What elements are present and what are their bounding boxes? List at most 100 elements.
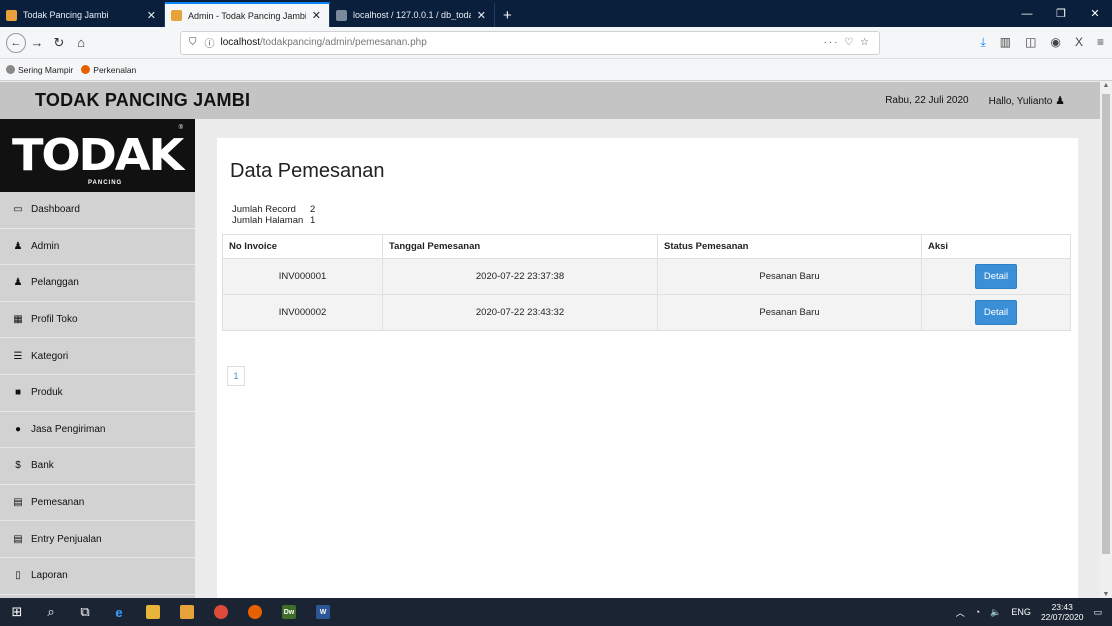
- sidebar-item-admin[interactable]: ♟ Admin: [0, 229, 195, 266]
- search-icon[interactable]: ⌕: [34, 598, 68, 626]
- shield-icon[interactable]: ⛉: [189, 37, 197, 48]
- card-icon: ▤: [13, 497, 23, 509]
- sidebar-item-laporan[interactable]: ▯ Laporan: [0, 558, 195, 595]
- sidebar-toggle-icon[interactable]: ◫: [1025, 35, 1036, 50]
- language-indicator[interactable]: ENG: [1011, 607, 1031, 617]
- tab-title: Admin - Todak Pancing Jambi: [188, 10, 306, 21]
- new-tab-button[interactable]: +: [495, 7, 520, 27]
- cell-aksi: Detail: [921, 294, 1071, 331]
- word-icon[interactable]: W: [306, 598, 340, 626]
- sidebar-item-pelanggan[interactable]: ♟ Pelanggan: [0, 265, 195, 302]
- user-greeting[interactable]: Hallo, Yulianto ♟: [989, 94, 1065, 107]
- tray-expand-icon[interactable]: ︿: [956, 606, 965, 619]
- restore-icon[interactable]: ❐: [1044, 7, 1078, 20]
- gear-icon: [6, 65, 15, 74]
- detail-button[interactable]: Detail: [974, 300, 1018, 325]
- card-icon: ▤: [13, 533, 23, 545]
- volume-icon[interactable]: 🔈: [990, 607, 1001, 618]
- forward-button[interactable]: →: [26, 35, 48, 50]
- dollar-icon: $: [15, 460, 21, 472]
- current-date: Rabu, 22 Juli 2020: [885, 95, 969, 106]
- users-icon: ♟: [13, 277, 23, 289]
- extension-icon[interactable]: X: [1075, 35, 1083, 50]
- favicon-icon: [6, 9, 17, 21]
- table-header-row: No Invoice Tanggal Pemesanan Status Peme…: [222, 234, 1071, 259]
- user-icon: ♟: [13, 240, 23, 252]
- xampp-icon[interactable]: [170, 598, 204, 626]
- sidebar-item-dashboard[interactable]: ▭ Dashboard: [0, 192, 195, 229]
- bookmark-item[interactable]: Sering Mampir: [6, 65, 73, 75]
- minimize-icon[interactable]: —: [1010, 8, 1044, 20]
- table-row: INV000001 2020-07-22 23:37:38 Pesanan Ba…: [222, 258, 1071, 295]
- back-button[interactable]: ←: [6, 32, 26, 53]
- page-actions-icon[interactable]: ··· ♡ ☆: [824, 37, 871, 48]
- system-tray: ︿ ◔ 🔈 ENG 23:43 22/07/2020 ▭: [956, 602, 1112, 622]
- cell-invoice: INV000001: [222, 258, 383, 295]
- window-controls: — ❐ ✕: [1010, 0, 1112, 27]
- browser-tab-active[interactable]: Admin - Todak Pancing Jambi ✕: [165, 2, 330, 27]
- close-tab-icon[interactable]: ✕: [147, 9, 156, 22]
- task-view-icon[interactable]: ⧉: [68, 598, 102, 626]
- sidebar-item-kategori[interactable]: ☰ Kategori: [0, 338, 195, 375]
- close-tab-icon[interactable]: ✕: [477, 9, 486, 22]
- library-icon[interactable]: ▥: [1000, 35, 1011, 50]
- taskbar: ⊞ ⌕ ⧉ e Dw W ︿ ◔ 🔈 ENG 23:43 22/07/2020 …: [0, 598, 1112, 626]
- cell-invoice: INV000002: [222, 294, 383, 331]
- clock[interactable]: 23:43 22/07/2020: [1041, 602, 1084, 622]
- logo: TODAK PANCING ®: [0, 119, 195, 192]
- detail-button[interactable]: Detail: [974, 264, 1018, 289]
- firefox-icon: [81, 65, 91, 74]
- file-explorer-icon[interactable]: [136, 598, 170, 626]
- file-icon: ▯: [15, 570, 21, 582]
- browser-tab-bar: Todak Pancing Jambi ✕ Admin - Todak Panc…: [0, 0, 1112, 27]
- brand-title[interactable]: TODAK PANCING JAMBI: [35, 90, 250, 111]
- col-header-tanggal: Tanggal Pemesanan: [382, 234, 658, 259]
- logo-subtext: PANCING: [88, 180, 123, 186]
- tab-title: localhost / 127.0.0.1 / db_todak: [353, 10, 471, 20]
- favicon-icon: [171, 10, 182, 21]
- pagination-page[interactable]: 1: [227, 366, 245, 386]
- browser-tab[interactable]: Todak Pancing Jambi ✕: [0, 3, 165, 27]
- edge-icon[interactable]: e: [102, 598, 136, 626]
- sidebar-item-produk[interactable]: ■ Produk: [0, 375, 195, 412]
- windows-start-icon[interactable]: ⊞: [0, 598, 34, 626]
- close-tab-icon[interactable]: ✕: [312, 9, 321, 22]
- chrome-icon[interactable]: [204, 598, 238, 626]
- url-bar[interactable]: ⛉ ⓘ localhost /todakpancing/admin/pemesa…: [180, 30, 880, 55]
- browser-nav-bar: ← → ↻ ⌂ ⛉ ⓘ localhost /todakpancing/admi…: [0, 27, 1112, 59]
- bookmark-item[interactable]: Perkenalan: [81, 65, 136, 75]
- notification-icon[interactable]: ▭: [1093, 607, 1102, 618]
- close-window-icon[interactable]: ✕: [1078, 7, 1112, 20]
- menu-icon[interactable]: ≡: [1097, 35, 1104, 50]
- jumlah-halaman-label: Jumlah Halaman: [232, 215, 304, 226]
- record-stats: Jumlah Record 2 Jumlah Halaman 1: [232, 204, 315, 226]
- dreamweaver-icon[interactable]: Dw: [272, 598, 306, 626]
- col-header-status: Status Pemesanan: [657, 234, 922, 259]
- registered-mark: ®: [178, 125, 183, 131]
- home-button[interactable]: ⌂: [70, 35, 92, 50]
- scroll-down-icon[interactable]: ▼: [1100, 591, 1112, 598]
- firefox-icon[interactable]: [238, 598, 272, 626]
- bookmarks-bar: Sering Mampir Perkenalan: [0, 59, 1112, 81]
- browser-tab[interactable]: localhost / 127.0.0.1 / db_todak ✕: [330, 3, 495, 27]
- info-icon[interactable]: ⓘ: [205, 35, 215, 50]
- sidebar-item-bank[interactable]: $ Bank: [0, 448, 195, 485]
- table-icon: ▦: [13, 314, 23, 326]
- network-icon[interactable]: ◔: [975, 607, 980, 617]
- scroll-thumb[interactable]: [1102, 94, 1110, 554]
- scroll-up-icon[interactable]: ▲: [1100, 82, 1112, 89]
- page-title: Data Pemesanan: [230, 160, 385, 182]
- page-scrollbar[interactable]: ▲ ▼: [1100, 82, 1112, 598]
- map-marker-icon: ●: [14, 423, 22, 435]
- download-icon[interactable]: ⤓: [980, 35, 985, 50]
- orders-table: No Invoice Tanggal Pemesanan Status Peme…: [222, 234, 1071, 331]
- sidebar-item-profil-toko[interactable]: ▦ Profil Toko: [0, 302, 195, 339]
- account-icon[interactable]: ◉: [1050, 35, 1060, 50]
- sidebar-item-entry-penjualan[interactable]: ▤ Entry Penjualan: [0, 521, 195, 558]
- cell-status: Pesanan Baru: [657, 294, 922, 331]
- main-content: Data Pemesanan Jumlah Record 2 Jumlah Ha…: [217, 138, 1078, 598]
- sidebar-item-pemesanan[interactable]: ▤ Pemesanan: [0, 485, 195, 522]
- reload-button[interactable]: ↻: [48, 35, 70, 51]
- cell-status: Pesanan Baru: [657, 258, 922, 295]
- sidebar-item-jasa-pengiriman[interactable]: ● Jasa Pengiriman: [0, 412, 195, 449]
